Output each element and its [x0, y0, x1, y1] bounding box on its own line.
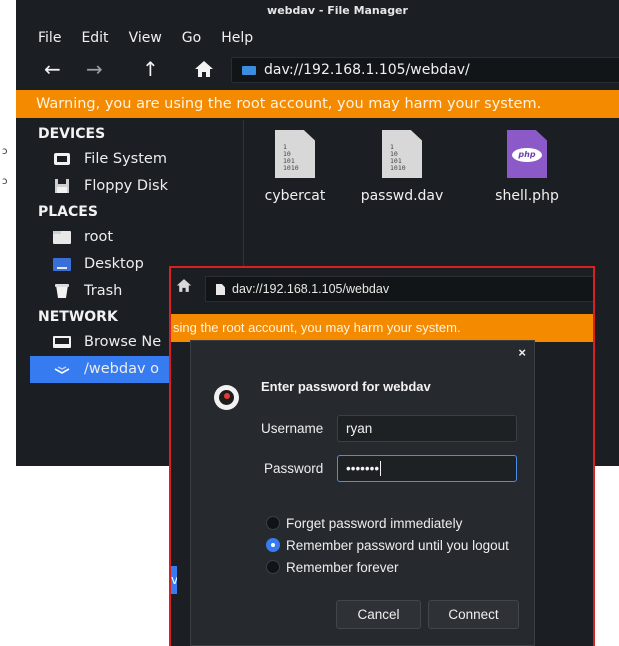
location-bar[interactable]: dav://192.168.1.105/webdav/: [231, 57, 619, 83]
file-name: passwd.dav: [360, 188, 444, 204]
sidebar-item-label: Trash: [84, 283, 123, 299]
desktop-edge: ɔ ɔ: [0, 0, 16, 466]
dialog-heading: Enter password for webdav: [261, 379, 431, 394]
password-prompt-icon: [214, 385, 239, 410]
root-warning-banner: Warning, you are using the root account,…: [16, 90, 619, 118]
radio-label: Forget password immediately: [286, 515, 463, 531]
sidebar-item-label: Browse Ne: [84, 334, 162, 350]
network-share-icon: [54, 366, 70, 374]
binary-file-icon: 1 10 101 1010: [382, 130, 422, 178]
sidebar-item-label: /webdav o: [84, 361, 160, 377]
sidebar-item-label: File System: [84, 151, 167, 167]
sidebar-item-root[interactable]: root: [16, 224, 243, 251]
sidebar-item-label: Desktop: [84, 256, 144, 272]
document-icon: [216, 284, 225, 295]
sidebar-item-label: Floppy Disk: [84, 178, 168, 194]
drive-icon: [54, 153, 70, 165]
php-file-icon: php: [507, 130, 547, 178]
username-label: Username: [261, 421, 324, 436]
menu-file[interactable]: File: [16, 26, 71, 50]
sidebar-heading-places: PLACES: [38, 204, 98, 220]
file-item-cybercat[interactable]: 1 10 101 1010 cybercat: [250, 130, 340, 204]
radio-label: Remember forever: [286, 559, 399, 575]
forward-arrow-icon[interactable]: →: [86, 54, 103, 84]
username-value: ryan: [346, 421, 373, 436]
home-icon[interactable]: [194, 54, 214, 84]
sidebar-item-file-system[interactable]: File System: [16, 146, 243, 173]
php-badge: php: [512, 148, 542, 162]
location-text: dav://192.168.1.105/webdav: [232, 282, 390, 296]
password-field[interactable]: •••••••: [337, 455, 517, 482]
radio-button[interactable]: [266, 516, 280, 530]
back-arrow-icon[interactable]: ←: [44, 54, 61, 84]
location-input[interactable]: dav://192.168.1.105/webdav: [205, 276, 593, 302]
binary-glyph: 1 10 101 1010: [390, 143, 406, 172]
binary-glyph: 1 10 101 1010: [283, 143, 299, 172]
sidebar-item-floppy-disk[interactable]: Floppy Disk: [16, 173, 243, 200]
network-icon: [53, 336, 71, 348]
file-name: shell.php: [495, 188, 559, 204]
desktop-edge-mark: ɔ: [2, 146, 8, 157]
username-field[interactable]: ryan: [337, 415, 517, 442]
desktop-folder-icon: [53, 258, 71, 271]
desktop-edge-mark: ɔ: [2, 176, 8, 187]
home-icon[interactable]: [176, 278, 192, 297]
close-icon[interactable]: ×: [518, 345, 526, 360]
trash-icon: [55, 284, 69, 298]
overlay-location-bar: dav://192.168.1.105/webdav: [171, 276, 593, 302]
radio-remember-until-logout[interactable]: Remember password until you logout: [266, 536, 509, 554]
folder-icon: [53, 231, 71, 244]
radio-button-selected[interactable]: [266, 538, 280, 552]
radio-button[interactable]: [266, 560, 280, 574]
radio-remember-forever[interactable]: Remember forever: [266, 558, 399, 576]
connect-button[interactable]: Connect: [428, 600, 519, 629]
up-arrow-icon[interactable]: ↑: [142, 54, 159, 84]
menu-view[interactable]: View: [119, 26, 172, 50]
radio-forget-immediately[interactable]: Forget password immediately: [266, 514, 462, 532]
text-caret: [380, 461, 382, 476]
file-name: cybercat: [264, 188, 326, 204]
menu-bar: File Edit View Go Help: [16, 26, 263, 50]
password-dialog: × Enter password for webdav Username rya…: [190, 340, 535, 646]
sidebar-item-label: root: [84, 229, 114, 245]
password-label: Password: [264, 461, 324, 476]
radio-label: Remember password until you logout: [286, 537, 509, 553]
file-item-passwd-dav[interactable]: 1 10 101 1010 passwd.dav: [357, 130, 447, 204]
file-item-shell-php[interactable]: php shell.php: [482, 130, 572, 204]
sidebar-selected-fragment: vo: [171, 566, 177, 594]
binary-file-icon: 1 10 101 1010: [275, 130, 315, 178]
menu-help[interactable]: Help: [211, 26, 263, 50]
password-mask: •••••••: [346, 461, 380, 476]
toolbar: ← → ↑ dav://192.168.1.105/webdav/: [16, 54, 619, 84]
floppy-icon: [55, 179, 69, 193]
folder-icon: [242, 66, 256, 75]
cancel-button[interactable]: Cancel: [336, 600, 421, 629]
location-text: dav://192.168.1.105/webdav/: [264, 62, 470, 78]
window-title: webdav - File Manager: [267, 4, 408, 17]
overlay-window: dav://192.168.1.105/webdav sing the root…: [169, 266, 595, 646]
root-warning-banner: sing the root account, you may harm your…: [171, 314, 593, 342]
sidebar-heading-devices: DEVICES: [38, 126, 106, 142]
menu-go[interactable]: Go: [172, 26, 211, 50]
menu-edit[interactable]: Edit: [71, 26, 118, 50]
